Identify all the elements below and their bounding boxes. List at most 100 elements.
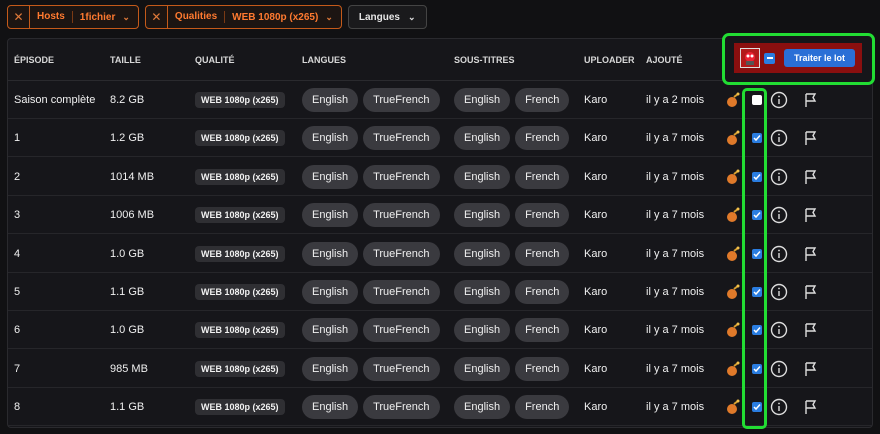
report-flag-icon[interactable] [803, 273, 819, 311]
debrid-icon[interactable] [725, 196, 741, 234]
debrid-icon[interactable] [725, 311, 741, 349]
size-cell: 1.2 GB [110, 132, 145, 145]
col-langues[interactable]: LANGUES [302, 55, 346, 65]
subtitle-tag: French [515, 164, 570, 189]
info-icon[interactable] [770, 311, 788, 349]
debrid-icon[interactable] [725, 388, 741, 426]
checkbox-column-highlight [742, 88, 767, 429]
debrid-icon[interactable] [725, 158, 741, 196]
col-uploader[interactable]: UPLOADER [584, 55, 635, 65]
langues-filter-dropdown[interactable]: Langues ⌄ [347, 5, 427, 29]
languages-cell: English TrueFrench [302, 158, 445, 196]
info-icon[interactable] [770, 235, 788, 273]
uploader-cell: Karo [584, 286, 608, 298]
report-flag-icon[interactable] [803, 119, 819, 157]
debrid-icon[interactable] [725, 235, 741, 273]
chevron-down-icon: ⌄ [122, 11, 130, 22]
language-tag: TrueFrench [363, 88, 440, 112]
col-qualite[interactable]: QUALITÉ [195, 55, 235, 65]
added-cell: il y a 7 mois [646, 170, 705, 183]
added-cell: il y a 7 mois [646, 209, 705, 222]
language-tag: TrueFrench [363, 241, 440, 266]
select-all-checkbox[interactable] [764, 52, 775, 64]
subtitles-cell: English French [454, 388, 574, 426]
subtitle-tag: English [454, 280, 511, 304]
info-icon[interactable] [770, 350, 788, 388]
episode-cell: 8 [14, 401, 21, 414]
language-tag: English [302, 356, 359, 381]
qualities-filter-chip[interactable]: ✕ Qualities WEB 1080p (x265) ⌄ [144, 5, 342, 29]
subtitle-tag: English [454, 203, 511, 228]
language-tag: TrueFrench [363, 164, 440, 189]
report-flag-icon[interactable] [803, 235, 819, 273]
subtitle-tag: English [454, 164, 511, 189]
col-taille[interactable]: TAILLE [110, 55, 141, 65]
uploader-cell: Karo [584, 132, 608, 145]
quality-cell: WEB 1080p (x265) [195, 388, 285, 426]
language-tag: English [302, 395, 359, 420]
report-flag-icon[interactable] [803, 158, 819, 196]
report-flag-icon[interactable] [803, 350, 819, 388]
language-tag: English [302, 280, 359, 304]
debrid-icon[interactable] [725, 119, 741, 157]
languages-cell: English TrueFrench [302, 81, 445, 119]
subtitle-tag: English [454, 88, 511, 112]
report-flag-icon[interactable] [803, 311, 819, 349]
col-sous-titres[interactable]: SOUS-TITRES [454, 55, 515, 65]
debrid-icon[interactable] [725, 81, 741, 119]
debrid-icon[interactable] [725, 350, 741, 388]
quality-cell: WEB 1080p (x265) [195, 235, 285, 273]
subtitle-tag: English [454, 356, 511, 381]
quality-cell: WEB 1080p (x265) [195, 311, 285, 349]
subtitle-tag: English [454, 241, 511, 266]
subtitle-tag: French [515, 203, 570, 228]
language-tag: TrueFrench [363, 280, 440, 304]
subtitles-cell: English French [454, 350, 574, 388]
language-tag: TrueFrench [363, 203, 440, 228]
col-ajoute[interactable]: AJOUTÉ [646, 55, 683, 65]
subtitle-tag: French [515, 318, 570, 343]
language-tag: English [302, 126, 359, 151]
subtitle-tag: English [454, 126, 511, 151]
episode-cell: 1 [14, 132, 21, 145]
language-tag: English [302, 203, 359, 228]
process-batch-button[interactable]: Traiter le lot [784, 49, 856, 67]
added-cell: il y a 2 mois [646, 94, 705, 106]
info-icon[interactable] [770, 273, 788, 311]
report-flag-icon[interactable] [803, 81, 819, 119]
subtitle-tag: French [515, 280, 570, 304]
quality-cell: WEB 1080p (x265) [195, 196, 285, 234]
info-icon[interactable] [770, 158, 788, 196]
subtitle-tag: French [515, 395, 570, 420]
filter-value: 1fichier [79, 11, 116, 23]
col-episode[interactable]: ÉPISODE [14, 55, 54, 65]
remove-filter-icon[interactable]: ✕ [8, 6, 30, 28]
debrid-avatar-icon [740, 48, 760, 68]
info-icon[interactable] [770, 119, 788, 157]
subtitle-tag: English [454, 318, 511, 343]
quality-badge: WEB 1080p (x265) [195, 360, 285, 377]
language-tag: English [302, 88, 359, 112]
added-cell: il y a 7 mois [646, 401, 705, 414]
info-icon[interactable] [770, 81, 788, 119]
debrid-icon[interactable] [725, 273, 741, 311]
info-icon[interactable] [770, 388, 788, 426]
remove-filter-icon[interactable]: ✕ [146, 6, 168, 28]
subtitles-cell: English French [454, 273, 574, 311]
episode-cell: 6 [14, 324, 21, 337]
language-tag: English [302, 241, 359, 266]
subtitles-cell: English French [454, 81, 574, 119]
added-cell: il y a 7 mois [646, 324, 705, 337]
size-cell: 1.0 GB [110, 247, 145, 260]
quality-badge: WEB 1080p (x265) [195, 168, 285, 185]
chevron-down-icon: ⌄ [325, 11, 333, 22]
filter-value: WEB 1080p (x265) [232, 11, 319, 23]
language-tag: TrueFrench [363, 126, 440, 151]
uploader-cell: Karo [584, 401, 608, 414]
report-flag-icon[interactable] [803, 196, 819, 234]
report-flag-icon[interactable] [803, 388, 819, 426]
info-icon[interactable] [770, 196, 788, 234]
language-tag: TrueFrench [363, 318, 440, 343]
hosts-filter-chip[interactable]: ✕ Hosts 1fichier ⌄ [7, 5, 139, 29]
episode-cell: 2 [14, 170, 21, 183]
